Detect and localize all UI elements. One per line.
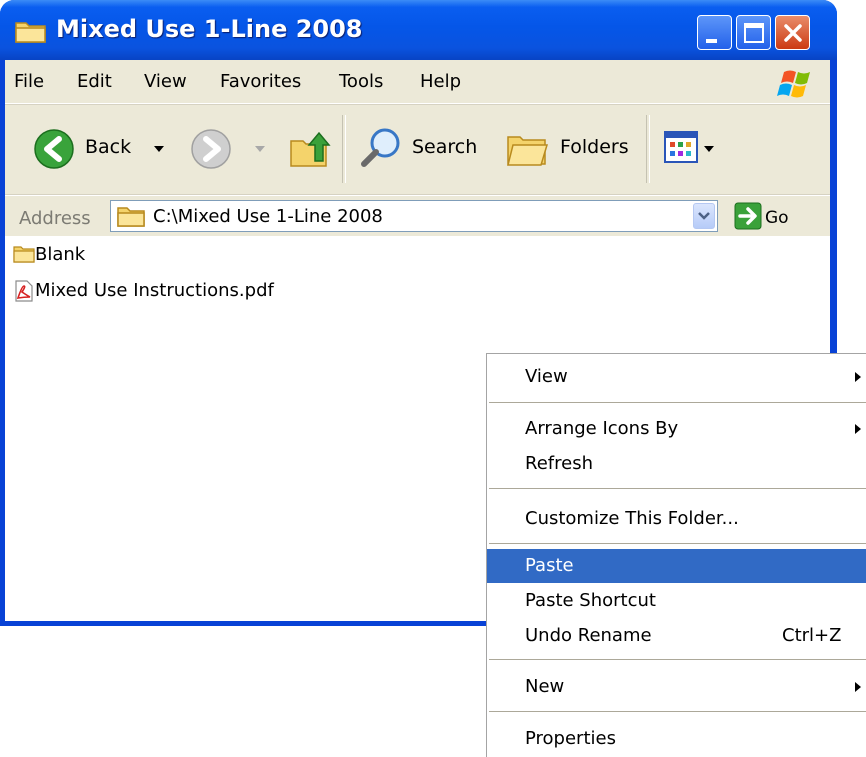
menu-item-label: Arrange Icons By — [525, 418, 679, 439]
menu-item-properties[interactable]: Properties — [487, 722, 866, 756]
menu-separator — [489, 488, 866, 489]
folders-button[interactable]: Folders — [499, 123, 637, 175]
address-bar: Address C:\Mixed Use 1-Line 2008 Go — [5, 195, 830, 237]
views-icon — [664, 131, 698, 163]
menu-item-refresh[interactable]: Refresh — [487, 447, 866, 481]
window-title: Mixed Use 1-Line 2008 — [56, 15, 363, 43]
folder-icon — [13, 246, 35, 263]
search-button[interactable]: Search — [353, 123, 483, 175]
menu-view[interactable]: View — [144, 71, 187, 92]
minimize-icon — [706, 39, 717, 43]
chevron-down-icon — [704, 146, 714, 152]
chevron-down-icon — [698, 212, 710, 220]
menu-separator — [489, 711, 866, 712]
folders-icon — [507, 136, 549, 166]
menu-separator — [489, 543, 866, 544]
menu-item-paste-shortcut[interactable]: Paste Shortcut — [487, 584, 866, 618]
submenu-arrow-icon — [855, 424, 861, 434]
forward-button[interactable] — [185, 123, 275, 175]
menu-item-arrange-icons-by[interactable]: Arrange Icons By — [487, 412, 866, 446]
search-icon — [361, 128, 400, 167]
back-button[interactable]: Back — [13, 123, 164, 175]
context-menu: View Arrange Icons By Refresh Customize … — [486, 353, 866, 757]
menu-help[interactable]: Help — [420, 71, 461, 92]
back-label: Back — [85, 136, 132, 158]
menu-item-view[interactable]: View — [487, 360, 866, 394]
submenu-arrow-icon — [855, 682, 861, 692]
file-name: Blank — [35, 244, 86, 265]
menu-item-label: Customize This Folder... — [525, 508, 739, 529]
menu-item-shortcut: Ctrl+Z — [782, 625, 842, 646]
menu-item-label: Paste — [525, 555, 574, 576]
chevron-down-icon — [154, 146, 164, 152]
forward-arrow-icon — [191, 129, 231, 169]
go-label: Go — [765, 208, 789, 228]
menu-item-label: Refresh — [525, 453, 593, 474]
windows-logo-icon — [770, 66, 820, 100]
menu-item-label: Paste Shortcut — [525, 590, 656, 611]
menu-bar: File Edit View Favorites Tools Help — [5, 60, 830, 104]
title-bar[interactable]: Mixed Use 1-Line 2008 — [0, 0, 837, 60]
toolbar-separator — [342, 115, 346, 183]
menu-separator — [489, 402, 866, 403]
maximize-button[interactable] — [736, 15, 771, 50]
menu-separator — [489, 659, 866, 660]
minimize-button[interactable] — [697, 15, 732, 50]
menu-item-new[interactable]: New — [487, 670, 866, 704]
address-input[interactable]: C:\Mixed Use 1-Line 2008 — [110, 200, 718, 232]
address-value: C:\Mixed Use 1-Line 2008 — [153, 206, 383, 227]
pdf-icon — [15, 280, 33, 302]
menu-favorites[interactable]: Favorites — [220, 71, 301, 92]
menu-item-label: Properties — [525, 728, 616, 749]
go-arrow-icon — [734, 202, 762, 230]
file-name: Mixed Use Instructions.pdf — [35, 280, 274, 301]
close-icon — [784, 24, 802, 42]
menu-file[interactable]: File — [14, 71, 44, 92]
close-button[interactable] — [775, 15, 810, 50]
go-button[interactable]: Go — [732, 201, 822, 233]
menu-item-label: View — [525, 366, 568, 387]
search-label: Search — [412, 136, 478, 158]
address-dropdown-button[interactable] — [693, 203, 715, 229]
views-button[interactable] — [660, 129, 725, 169]
folders-label: Folders — [560, 136, 629, 158]
menu-tools[interactable]: Tools — [339, 71, 383, 92]
menu-item-customize-folder[interactable]: Customize This Folder... — [487, 502, 866, 536]
menu-item-label: Undo Rename — [525, 625, 652, 646]
submenu-arrow-icon — [855, 372, 861, 382]
menu-item-undo-rename[interactable]: Undo Rename Ctrl+Z — [487, 619, 866, 653]
address-label: Address — [19, 208, 91, 229]
up-folder-icon[interactable] — [287, 127, 331, 171]
chevron-down-icon — [255, 146, 265, 152]
folder-icon — [15, 22, 46, 43]
toolbar-separator — [646, 115, 650, 183]
standard-toolbar: Back Search Folders — [5, 104, 830, 195]
folder-icon — [117, 207, 145, 227]
menu-edit[interactable]: Edit — [77, 71, 112, 92]
back-arrow-icon — [34, 129, 74, 169]
menu-item-label: New — [525, 676, 565, 697]
menu-item-paste[interactable]: Paste — [487, 549, 866, 583]
maximize-icon — [744, 23, 764, 43]
